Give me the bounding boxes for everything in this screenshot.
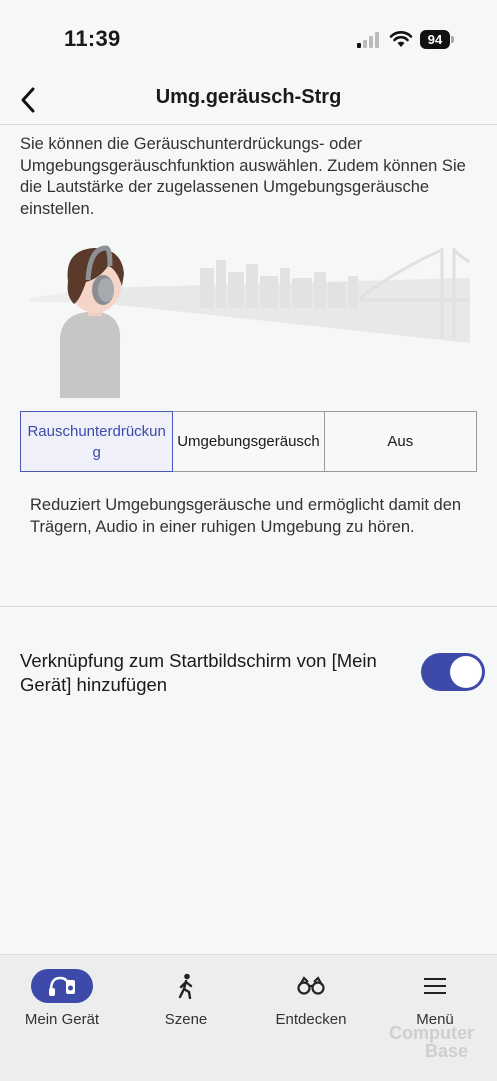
status-time: 11:39 xyxy=(64,26,121,51)
page-title: Umg.geräusch-Strg xyxy=(155,86,342,108)
nav-label: Szene xyxy=(164,1011,208,1028)
watermark: Computer Base xyxy=(389,1023,474,1061)
hamburger-menu-icon xyxy=(424,978,446,994)
nav-item-scene[interactable]: Szene xyxy=(131,969,241,1049)
mode-selector: Rauschunterdrückung Umgebungsgeräusch Au… xyxy=(20,411,477,472)
toggle-knob xyxy=(450,656,482,688)
nav-item-discover[interactable]: Entdecken xyxy=(256,969,366,1049)
walking-person-icon xyxy=(178,973,193,999)
mode-option-off[interactable]: Aus xyxy=(323,411,477,472)
header: Umg.geräusch-Strg xyxy=(0,78,497,125)
mode-option-noise-cancelling[interactable]: Rauschunterdrückung xyxy=(20,411,174,472)
headphones-device-icon xyxy=(49,976,75,996)
nav-item-my-device[interactable]: Mein Gerät xyxy=(7,969,117,1049)
intro-text: Sie können die Geräuschunterdrückungs- o… xyxy=(20,135,466,218)
mode-description: Reduziert Umgebungsgeräusche und ermögli… xyxy=(30,496,462,536)
mode-option-ambient-sound[interactable]: Umgebungsgeräusch xyxy=(171,411,326,472)
shortcut-label: Verknüpfung zum Startbildschirm von [Mei… xyxy=(20,650,377,695)
nav-label: Mein Gerät xyxy=(24,1011,100,1028)
battery-icon: 94 xyxy=(420,30,454,49)
divider xyxy=(0,606,497,607)
shortcut-toggle[interactable] xyxy=(421,653,485,691)
status-bar: 11:39 94 xyxy=(0,0,497,80)
cellular-signal-icon xyxy=(357,32,379,48)
noise-cancelling-illustration xyxy=(30,245,470,398)
nav-label: Entdecken xyxy=(275,1011,347,1028)
wifi-icon xyxy=(389,31,413,47)
binoculars-icon xyxy=(297,976,325,995)
battery-level: 94 xyxy=(420,30,450,49)
